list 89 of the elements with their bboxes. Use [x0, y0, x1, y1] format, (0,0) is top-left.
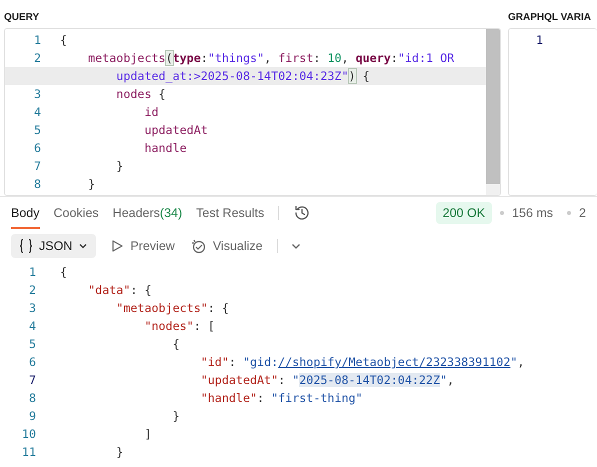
- code-punctuation: :: [228, 355, 237, 369]
- json-key: "handle": [60, 391, 258, 405]
- code-punctuation: }: [115, 445, 124, 459]
- code-punctuation: {: [158, 87, 166, 101]
- panel-label: QUERY: [4, 11, 40, 25]
- line-number: 1: [534, 32, 544, 49]
- line-number: 6: [32, 140, 42, 157]
- line-number: 4: [28, 318, 37, 335]
- braces-icon: [19, 238, 33, 254]
- line-number: 3: [32, 86, 42, 103]
- panel-label: GRAPHQL VARIA: [508, 11, 592, 25]
- json-key: "id": [60, 355, 229, 369]
- status-badge: 200 OK: [436, 202, 492, 224]
- bracket-match: ): [348, 69, 356, 83]
- line-number: 2: [28, 282, 37, 299]
- code-keyword: type: [172, 51, 201, 65]
- code-number: 10: [327, 51, 342, 65]
- line-number: 5: [32, 122, 42, 139]
- code-punctuation: ,: [447, 373, 454, 387]
- format-dropdown[interactable]: JSON: [11, 234, 96, 258]
- code-punctuation: }: [115, 159, 124, 173]
- sparkle-check-icon: [190, 238, 207, 254]
- json-value: ": [292, 373, 300, 387]
- code-field: metaobjects: [60, 51, 166, 65]
- line-number: 7: [28, 372, 37, 389]
- code-field: id: [60, 105, 159, 119]
- play-icon: [110, 239, 124, 253]
- variables-editor[interactable]: 1: [508, 28, 597, 196]
- code-field: updatedAt: [60, 123, 208, 137]
- code-punctuation: :: [313, 51, 322, 65]
- preview-button[interactable]: Preview: [108, 235, 177, 257]
- code-string: "things": [208, 51, 264, 65]
- visualize-button[interactable]: Visualize: [188, 234, 265, 258]
- code-keyword: query: [356, 51, 391, 65]
- code-punctuation: : {: [130, 283, 152, 297]
- line-number: 2: [32, 50, 42, 67]
- line-number: 3: [28, 300, 37, 317]
- code-punctuation: {: [362, 69, 370, 83]
- code-punctuation: {: [60, 33, 68, 47]
- query-editor[interactable]: 1 { 2 metaobjects(type:"things", first: 10, query:"id:1 OR updated_at:>2025-08-14T02:04:23Z") { 3 nodes { 4 id 5 updatedAt 6 handle 7 } 8 }: [4, 28, 501, 196]
- line-number: 8: [28, 390, 37, 407]
- response-tab[interactable]: Cookies: [54, 198, 99, 228]
- bracket-match: (: [166, 51, 173, 65]
- code-punctuation: : {: [208, 301, 229, 315]
- json-link[interactable]: //shopify/Metaobject/232338391102: [278, 355, 510, 369]
- json-key: "nodes": [60, 319, 194, 333]
- line-number: 1: [28, 264, 37, 281]
- code-punctuation: {: [172, 337, 180, 351]
- response-tab[interactable]: Headers(34): [112, 198, 182, 228]
- line-number: 11: [20, 444, 37, 461]
- line-number: 8: [32, 176, 42, 193]
- response-tab[interactable]: Test Results: [196, 198, 264, 228]
- code-field: first: [278, 51, 314, 65]
- code-string: updated_at:>2025-08-14T02:04:23Z": [115, 69, 348, 83]
- code-punctuation: :: [278, 373, 286, 387]
- code-punctuation: ,: [264, 51, 272, 65]
- json-key: "metaobjects": [60, 301, 208, 315]
- line-number: 4: [32, 104, 42, 121]
- line-number: 1: [32, 32, 42, 49]
- code-field: nodes: [60, 87, 152, 101]
- history-icon[interactable]: [293, 204, 312, 222]
- line-number: 5: [28, 336, 37, 353]
- selected-text: 2025-08-14T02:04:22Z: [299, 373, 440, 387]
- response-size: 2: [579, 206, 586, 220]
- code-punctuation: :: [257, 391, 266, 405]
- code-string: "id:1 OR: [398, 51, 454, 65]
- json-value: ": [510, 355, 518, 369]
- response-tab[interactable]: Body: [11, 198, 40, 228]
- code-punctuation: }: [87, 177, 96, 191]
- code-field: handle: [60, 141, 187, 155]
- chevron-down-icon: [78, 241, 88, 251]
- response-time: 156 ms: [512, 206, 554, 220]
- json-key: "updatedAt": [60, 373, 278, 387]
- code-punctuation: :: [390, 51, 398, 65]
- code-punctuation: : [: [194, 319, 215, 333]
- line-number: 6: [28, 354, 37, 371]
- json-value: ": [440, 373, 448, 387]
- code-punctuation: :: [200, 51, 208, 65]
- code-punctuation: ,: [342, 51, 350, 65]
- code-punctuation: ]: [143, 427, 152, 441]
- line-number: 10: [20, 426, 37, 443]
- json-value: "first-thing": [271, 391, 363, 405]
- json-key: "data": [60, 283, 130, 297]
- line-number: 9: [28, 408, 37, 425]
- line-number: 7: [32, 158, 42, 175]
- code-punctuation: ,: [517, 355, 524, 369]
- json-value: "gid:: [242, 355, 278, 369]
- code-punctuation: {: [60, 265, 68, 279]
- code-punctuation: }: [172, 409, 180, 423]
